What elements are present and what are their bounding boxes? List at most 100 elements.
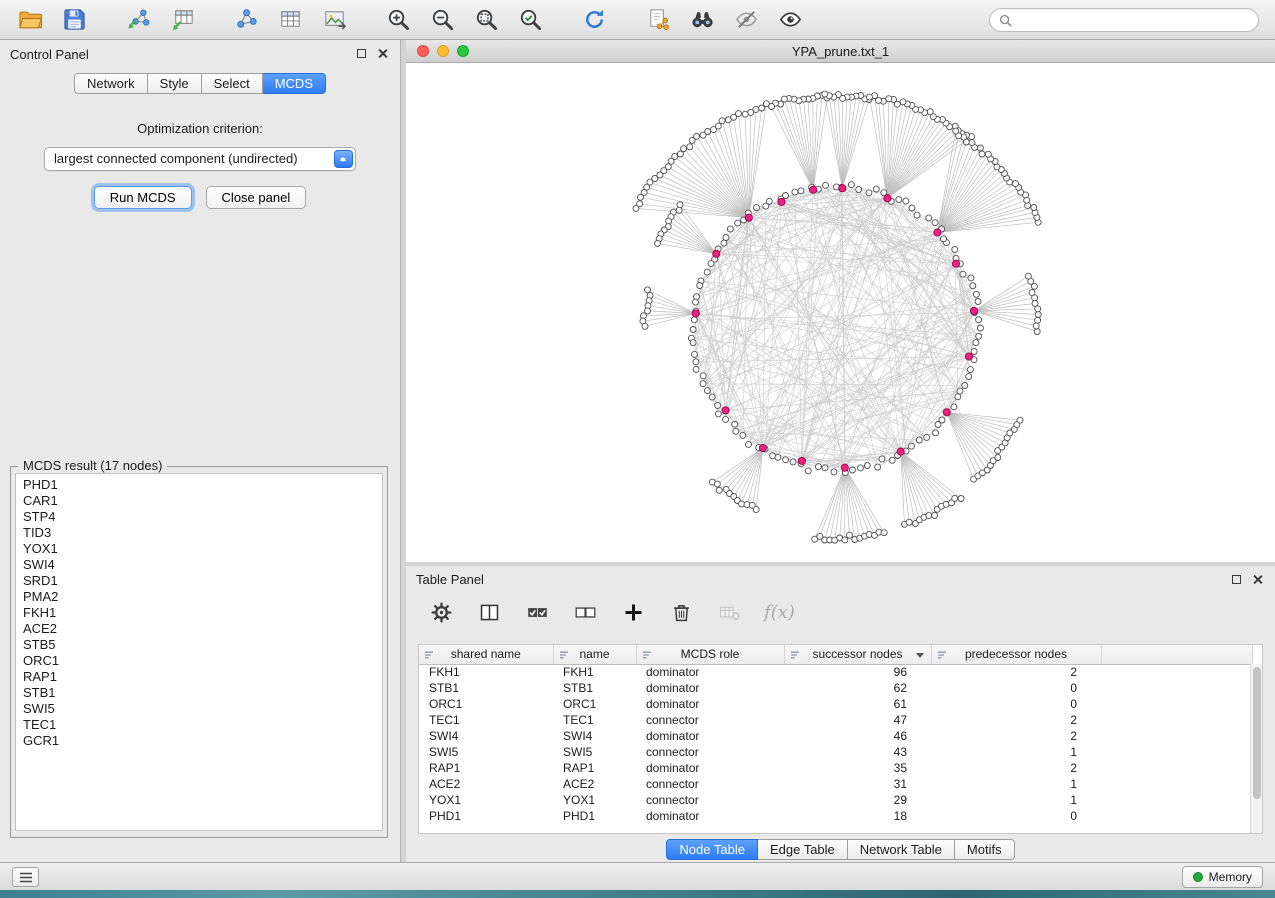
hide-details-button[interactable] [731,5,761,35]
tab-motifs[interactable]: Motifs [955,839,1015,860]
mcds-result-item[interactable]: CAR1 [23,493,382,509]
mcds-result-item[interactable]: FKH1 [23,605,382,621]
add-column-button[interactable] [620,599,646,625]
memory-button[interactable]: Memory [1182,866,1263,888]
table-row[interactable]: ACE2ACE2connector311 [419,776,1252,792]
tab-edge-table[interactable]: Edge Table [758,839,848,860]
cell-filler [1101,696,1252,712]
zoom-selected-icon [518,7,543,32]
zoom-window-icon[interactable] [457,45,469,57]
select-all-button[interactable] [524,599,550,625]
mcds-result-item[interactable]: YOX1 [23,541,382,557]
column-header-mcds-role[interactable]: MCDS role [636,645,784,664]
zoom-out-button[interactable] [427,5,457,35]
mcds-result-list[interactable]: PHD1CAR1STP4TID3YOX1SWI4SRD1PMA2FKH1ACE2… [15,473,383,831]
criterion-select[interactable]: largest connected component (undirected) [44,147,356,171]
show-columns-button[interactable] [476,599,502,625]
table-row[interactable]: PHD1PHD1dominator180 [419,808,1252,824]
mcds-result-item[interactable]: TEC1 [23,717,382,733]
apply-layout-button[interactable] [579,5,609,35]
mcds-result-item[interactable]: SWI4 [23,557,382,573]
tab-select[interactable]: Select [202,73,263,94]
copy-network-button[interactable] [643,5,673,35]
cell-filler [1101,760,1252,776]
column-header-name[interactable]: name [553,645,636,664]
table-row[interactable]: STB1STB1dominator620 [419,680,1252,696]
mcds-result-item[interactable]: RAP1 [23,669,382,685]
tab-network-table[interactable]: Network Table [848,839,955,860]
close-table-panel-icon[interactable] [1252,574,1263,585]
cell: 46 [784,728,931,744]
column-type-icon [790,650,800,660]
zoom-selected-button[interactable] [515,5,545,35]
table-row[interactable]: SWI4SWI4dominator462 [419,728,1252,744]
cell: SWI5 [553,744,636,760]
zoom-fit-button[interactable] [471,5,501,35]
table-row[interactable]: RAP1RAP1dominator352 [419,760,1252,776]
zoom-in-button[interactable] [383,5,413,35]
mcds-result-item[interactable]: STB5 [23,637,382,653]
table-settings-button[interactable] [428,599,454,625]
table-row[interactable]: ORC1ORC1dominator610 [419,696,1252,712]
tab-node-table[interactable]: Node Table [666,839,758,860]
cell: FKH1 [419,664,553,680]
cell: dominator [636,728,784,744]
network-graph[interactable] [406,63,1275,561]
run-mcds-button[interactable]: Run MCDS [94,186,192,209]
zoom-out-icon [430,7,455,32]
tab-network[interactable]: Network [74,73,148,94]
close-window-icon[interactable] [417,45,429,57]
delete-table-icon [718,601,741,624]
cell: 2 [931,728,1101,744]
save-session-button[interactable] [59,5,89,35]
mcds-result-item[interactable]: STB1 [23,685,382,701]
find-button[interactable] [687,5,717,35]
cell-filler [1101,808,1252,824]
mcds-result-title: MCDS result (17 nodes) [18,458,167,473]
import-table-button[interactable] [167,5,197,35]
mcds-result-item[interactable]: ORC1 [23,653,382,669]
table-row[interactable]: TEC1TEC1connector472 [419,712,1252,728]
table-row[interactable]: YOX1YOX1connector291 [419,792,1252,808]
mcds-result-item[interactable]: GCR1 [23,733,382,749]
minimize-window-icon[interactable] [437,45,449,57]
plus-icon [622,601,645,624]
export-image-button[interactable] [319,5,349,35]
cell: 2 [931,760,1101,776]
import-network-button[interactable] [123,5,153,35]
column-header-shared-name[interactable]: shared name [419,645,553,664]
float-table-panel-icon[interactable] [1232,575,1241,584]
open-file-icon [18,7,43,32]
mcds-result-item[interactable]: ACE2 [23,621,382,637]
mcds-result-item[interactable]: SWI5 [23,701,382,717]
close-panel-button[interactable]: Close panel [206,186,307,209]
task-history-button[interactable] [12,867,39,887]
table-scrollbar[interactable] [1250,664,1262,833]
float-panel-icon[interactable] [357,49,366,58]
new-network-button[interactable] [231,5,261,35]
mcds-result-item[interactable]: TID3 [23,525,382,541]
mcds-result-item[interactable]: SRD1 [23,573,382,589]
table-row[interactable]: SWI5SWI5connector431 [419,744,1252,760]
show-details-button[interactable] [775,5,805,35]
mcds-result-item[interactable]: PMA2 [23,589,382,605]
delete-column-button[interactable] [668,599,694,625]
new-table-icon [278,7,303,32]
tab-mcds[interactable]: MCDS [263,73,326,94]
function-builder-button-disabled: f(x) [764,602,795,623]
mcds-result-item[interactable]: STP4 [23,509,382,525]
tab-style[interactable]: Style [148,73,202,94]
table-row[interactable]: FKH1FKH1dominator962 [419,664,1252,680]
network-canvas[interactable] [406,63,1275,561]
new-table-button[interactable] [275,5,305,35]
column-header-successor-nodes[interactable]: successor nodes [784,645,931,664]
deselect-all-button[interactable] [572,599,598,625]
mcds-result-item[interactable]: PHD1 [23,477,382,493]
column-header-predecessor-nodes[interactable]: predecessor nodes [931,645,1101,664]
cell: PHD1 [419,808,553,824]
open-file-button[interactable] [15,5,45,35]
search-input[interactable] [1018,13,1249,27]
close-panel-icon[interactable] [377,48,388,59]
cell: connector [636,744,784,760]
table-scrollbar-thumb[interactable] [1253,667,1261,799]
